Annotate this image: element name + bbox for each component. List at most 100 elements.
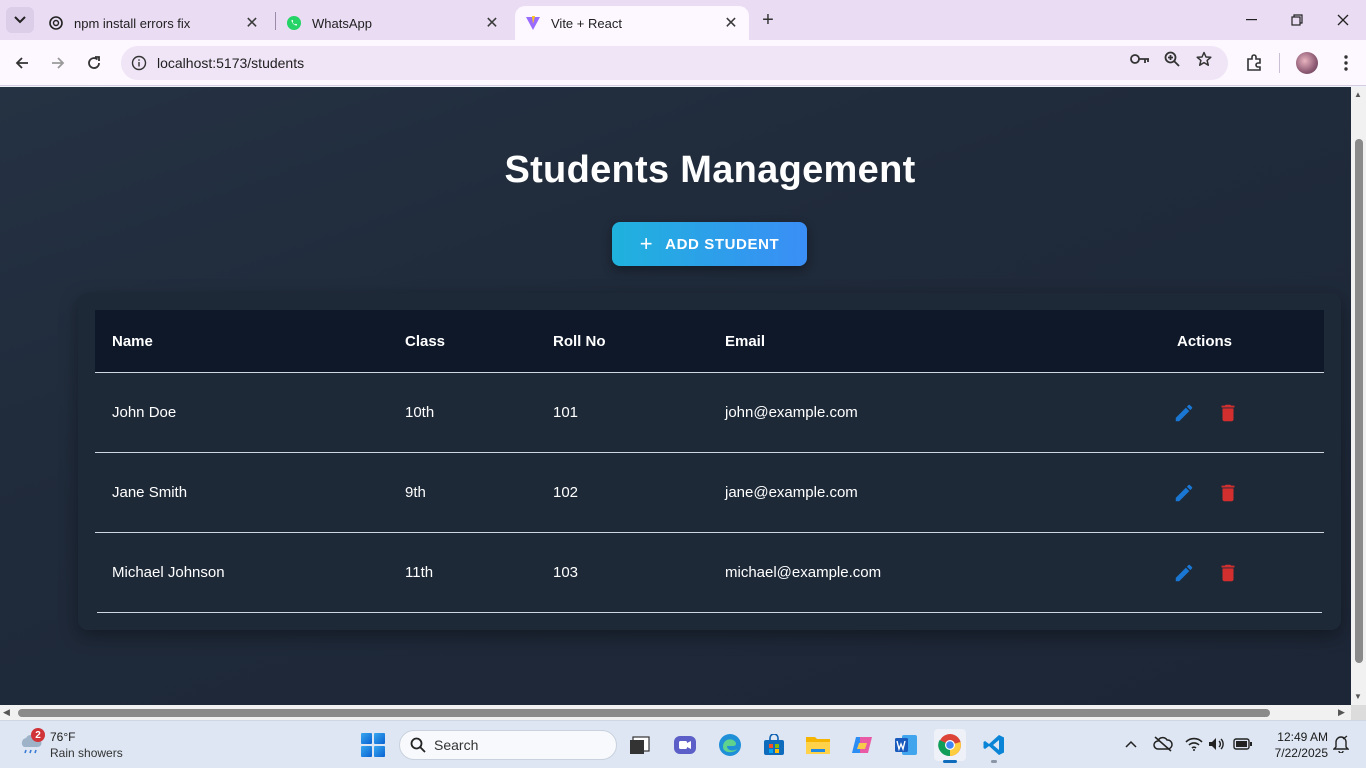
windows-logo-tile [374, 733, 385, 744]
horizontal-scroll-thumb[interactable] [18, 709, 1270, 717]
back-button[interactable] [8, 49, 36, 77]
edit-student-button[interactable] [1172, 561, 1196, 585]
start-button[interactable] [361, 733, 385, 757]
teams-chat-button[interactable] [669, 729, 701, 761]
zoom-icon[interactable] [1161, 48, 1183, 70]
browser-menu-button[interactable] [1332, 49, 1360, 77]
bookmark-star-icon[interactable] [1193, 48, 1215, 70]
active-app-indicator [943, 760, 957, 763]
more-vert-icon [1344, 55, 1348, 71]
chrome-button[interactable] [934, 729, 966, 763]
clock-date: 7/22/2025 [1274, 746, 1328, 760]
vscode-icon [983, 735, 1004, 755]
delete-student-button[interactable] [1216, 401, 1240, 425]
add-student-button[interactable]: + ADD STUDENT [612, 222, 807, 266]
tab-npm-errors[interactable]: npm install errors fix ✕ [38, 6, 270, 40]
volume-tray-button[interactable] [1206, 733, 1228, 755]
speaker-icon [1209, 738, 1224, 750]
weather-temperature: 76°F [50, 730, 76, 744]
column-header-actions: Actions [1177, 332, 1233, 350]
copilot-button[interactable] [846, 729, 878, 761]
extensions-button[interactable] [1240, 49, 1268, 77]
tab-whatsapp[interactable]: WhatsApp ✕ [276, 6, 510, 40]
edit-student-button[interactable] [1172, 481, 1196, 505]
close-icon [1337, 14, 1349, 26]
restore-button[interactable] [1274, 0, 1320, 40]
page-viewport: Students Management + ADD STUDENT Name C… [0, 87, 1351, 705]
reload-icon [88, 56, 100, 69]
search-placeholder: Search [434, 737, 479, 753]
vertical-scrollbar[interactable]: ▲ ▼ [1351, 87, 1366, 705]
close-tab-icon[interactable]: ✕ [244, 15, 260, 32]
chatgpt-icon [48, 15, 64, 31]
students-table: Name Class Roll No Email Actions John Do… [78, 293, 1341, 630]
restore-icon [1291, 14, 1303, 26]
horizontal-scrollbar[interactable]: ◀ ▶ [0, 705, 1351, 720]
column-header-class: Class [405, 332, 446, 350]
student-name: Michael Johnson [112, 564, 225, 581]
student-class: 10th [405, 404, 435, 421]
edge-button[interactable] [714, 729, 746, 761]
file-explorer-button[interactable] [802, 729, 834, 761]
close-window-button[interactable] [1320, 0, 1366, 40]
minimize-button[interactable] [1228, 0, 1274, 40]
store-button[interactable] [758, 729, 790, 761]
task-view-icon [630, 736, 650, 754]
edge-icon [719, 734, 741, 756]
running-app-indicator [991, 760, 997, 763]
reload-button[interactable] [80, 49, 108, 77]
vertical-scroll-thumb[interactable] [1355, 139, 1363, 663]
scroll-right-icon[interactable]: ▶ [1338, 707, 1345, 718]
edit-student-button[interactable] [1172, 401, 1196, 425]
delete-student-button[interactable] [1216, 481, 1240, 505]
vscode-button[interactable] [978, 729, 1010, 763]
taskbar-clock[interactable]: 12:49 AM 7/22/2025 [1262, 729, 1328, 761]
minimize-icon [1245, 19, 1257, 21]
onedrive-tray-button[interactable] [1152, 733, 1174, 755]
new-tab-button[interactable]: + [756, 8, 780, 32]
wifi-tray-button[interactable] [1183, 733, 1205, 755]
trash-icon [1221, 404, 1235, 422]
word-icon [895, 735, 917, 755]
student-class: 11th [405, 564, 434, 581]
copilot-icon [852, 737, 872, 753]
word-button[interactable] [890, 729, 922, 761]
taskbar-search[interactable]: Search [399, 730, 617, 760]
password-key-icon[interactable] [1129, 48, 1151, 70]
chrome-icon [938, 734, 961, 757]
scroll-left-icon[interactable]: ◀ [3, 707, 10, 718]
browser-toolbar: localhost:5173/students [0, 40, 1366, 86]
column-header-name: Name [112, 332, 153, 350]
battery-tray-button[interactable] [1232, 733, 1254, 755]
tab-vite-react[interactable]: Vite + React ✕ [515, 6, 749, 40]
tab-search-button[interactable] [6, 7, 34, 33]
browser-tab-strip: npm install errors fix ✕ WhatsApp ✕ Vite… [0, 0, 1366, 40]
scroll-down-icon[interactable]: ▼ [1354, 692, 1362, 701]
forward-button[interactable] [44, 49, 72, 77]
tab-title: WhatsApp [312, 15, 372, 31]
edit-pencil-icon [1175, 564, 1193, 582]
battery-icon [1233, 738, 1252, 750]
close-tab-icon[interactable]: ✕ [484, 15, 500, 32]
student-name: John Doe [112, 404, 177, 421]
column-header-roll: Roll No [553, 332, 606, 350]
vite-icon [525, 15, 541, 31]
show-hidden-icons-button[interactable] [1120, 733, 1142, 755]
plus-icon: + [639, 231, 654, 256]
table-row: Michael Johnson 11th 103 michael@example… [97, 533, 1322, 613]
address-bar[interactable]: localhost:5173/students [121, 46, 1228, 80]
table-row: John Doe 10th 101 john@example.com [95, 373, 1324, 453]
close-tab-icon[interactable]: ✕ [723, 15, 739, 32]
url-text: localhost:5173/students [157, 55, 305, 71]
profile-button[interactable] [1293, 49, 1321, 77]
student-email: jane@example.com [725, 484, 858, 501]
delete-student-button[interactable] [1216, 561, 1240, 585]
search-icon [410, 737, 426, 753]
clock-time: 12:49 AM [1277, 730, 1328, 744]
notifications-button[interactable] [1330, 733, 1352, 755]
task-view-button[interactable] [624, 729, 656, 761]
scroll-up-icon[interactable]: ▲ [1354, 90, 1362, 99]
cloud-off-icon [1153, 736, 1173, 752]
add-student-label: ADD STUDENT [665, 235, 780, 253]
site-info-icon[interactable] [121, 55, 157, 71]
